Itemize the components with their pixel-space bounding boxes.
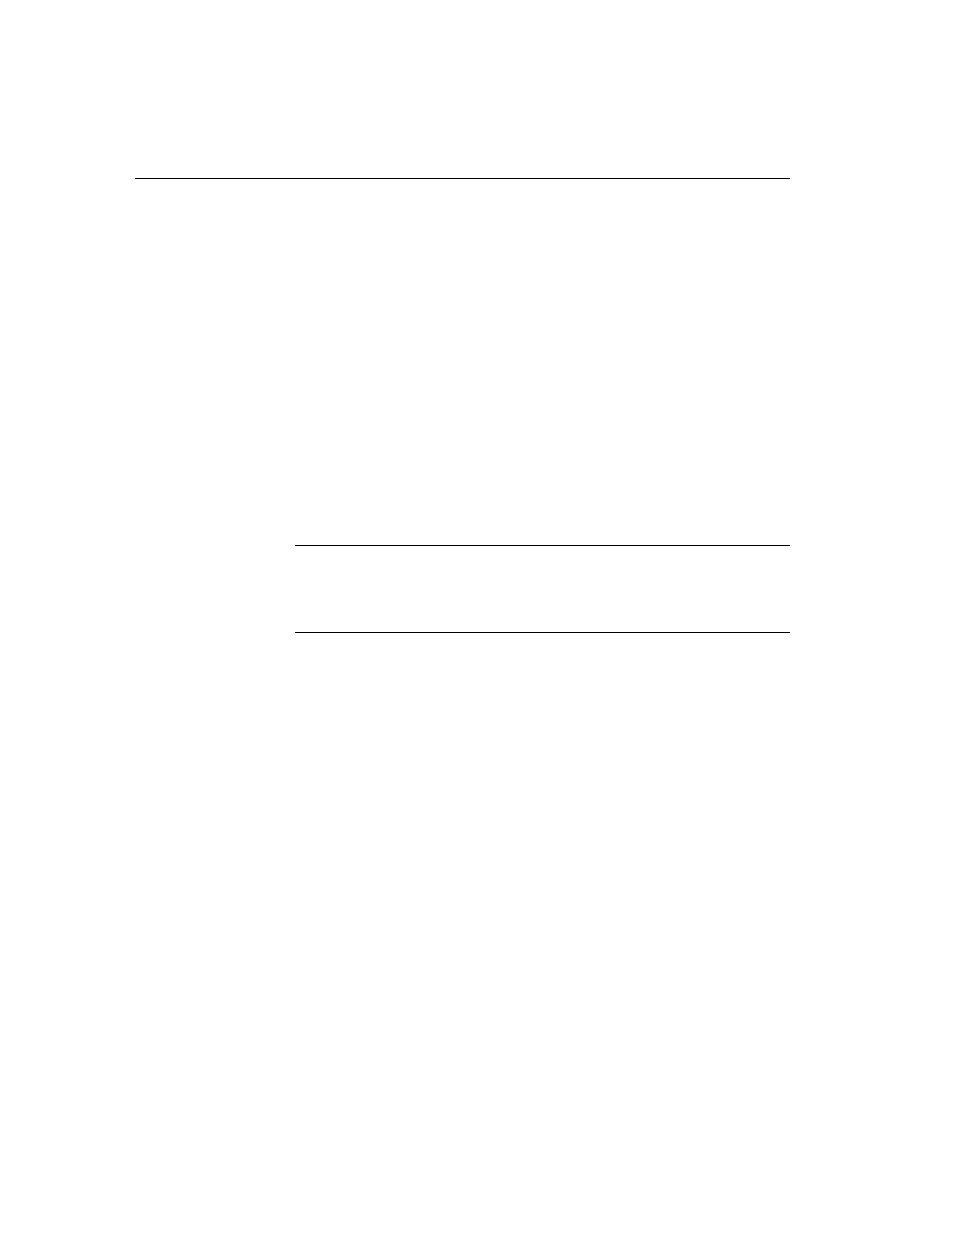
horizontal-rule <box>135 178 790 179</box>
horizontal-rule <box>295 545 790 546</box>
horizontal-rule <box>295 632 790 633</box>
